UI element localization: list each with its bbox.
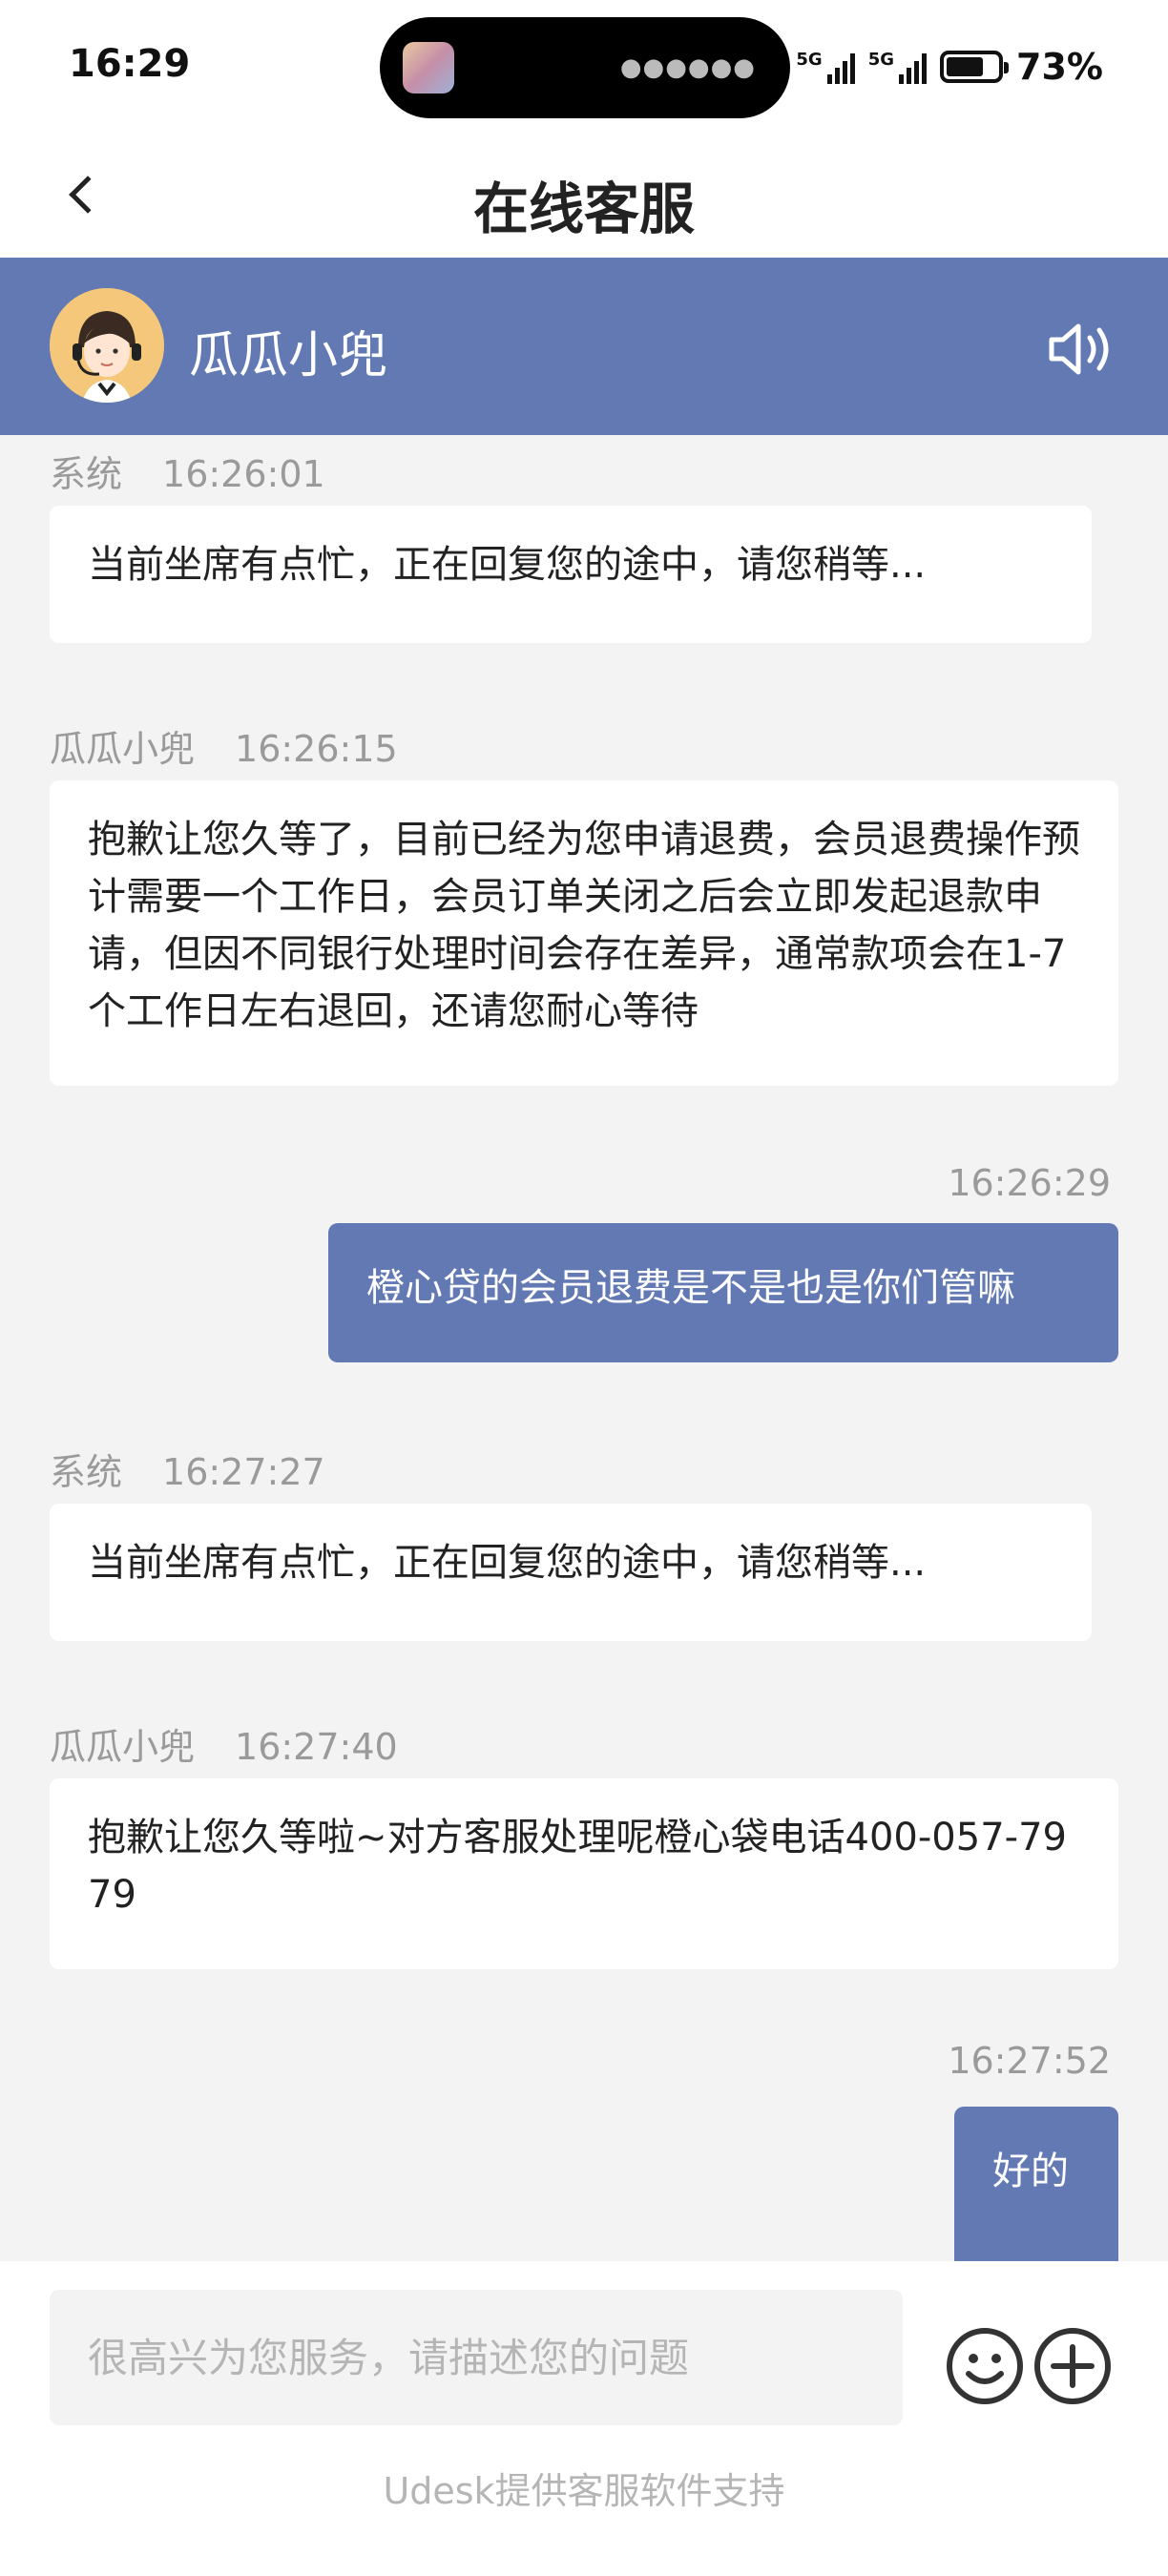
status-time: 16:29 <box>69 42 191 86</box>
add-button[interactable] <box>1032 2326 1113 2406</box>
message-sender: 系统 <box>50 453 123 495</box>
dynamic-island: ●●●●●● <box>380 17 790 118</box>
message-bubble-agent: 当前坐席有点忙，正在回复您的途中，请您稍等... <box>50 506 1092 643</box>
message-time: 16:27:52 <box>948 2040 1111 2082</box>
powered-by-text: Udesk提供客服软件支持 <box>383 2470 785 2512</box>
message-input[interactable] <box>50 2290 903 2425</box>
message-list[interactable]: 系统 16:26:01 当前坐席有点忙，正在回复您的途中，请您稍等... 瓜瓜小兜… <box>0 435 1168 2261</box>
message-time: 16:26:15 <box>235 728 398 770</box>
message-bubble-agent: 当前坐席有点忙，正在回复您的途中，请您稍等... <box>50 1504 1092 1641</box>
emoji-icon <box>947 2328 1023 2404</box>
agent-name: 瓜瓜小兜 <box>189 327 388 384</box>
speaker-icon <box>1049 323 1109 375</box>
agent-bar: 瓜瓜小兜 <box>0 258 1168 435</box>
message-bubble-user: 好的 <box>954 2107 1118 2261</box>
network-label: 5G <box>796 50 823 70</box>
message-bubble-agent: 抱歉让您久等了，目前已经为您申请退费，会员退费操作预计需要一个工作日，会员订单关… <box>50 780 1118 1086</box>
app-icon <box>403 42 454 93</box>
notch-dots: ●●●●●● <box>619 53 756 82</box>
message-time: 16:26:01 <box>162 453 325 495</box>
signal-icon: 5G <box>796 50 855 84</box>
headset-agent-icon <box>50 288 164 403</box>
message-bubble-agent: 抱歉让您久等啦~对方客服处理呢橙心袋电话400-057-7979 <box>50 1778 1118 1969</box>
network-label: 5G <box>867 50 895 70</box>
message-time: 16:27:40 <box>235 1726 398 1768</box>
message-meta: 系统 16:26:01 <box>50 445 325 497</box>
message-meta: 系统 16:27:27 <box>50 1443 325 1495</box>
agent-avatar <box>50 288 164 403</box>
message-sender: 瓜瓜小兜 <box>50 1726 196 1768</box>
message-time: 16:27:27 <box>162 1451 325 1493</box>
battery-percent: 73% <box>1016 46 1103 88</box>
message-meta: 16:26:29 <box>948 1162 1111 1204</box>
status-indicators: 5G 5G 73% <box>796 42 1103 92</box>
message-sender: 瓜瓜小兜 <box>50 728 196 770</box>
battery-fill <box>947 57 983 76</box>
page-title: 在线客服 <box>472 177 695 241</box>
plus-circle-icon <box>1034 2328 1111 2404</box>
composer-bar: Udesk提供客服软件支持 <box>0 2261 1168 2576</box>
message-bubble-user: 橙心贷的会员退费是不是也是你们管嘛 <box>328 1223 1118 1362</box>
message-meta: 16:27:52 <box>948 2040 1111 2082</box>
speaker-button[interactable] <box>1042 311 1118 387</box>
message-meta: 瓜瓜小兜 16:27:40 <box>50 1717 398 1770</box>
status-bar: 16:29 ●●●●●● 5G 5G 73% <box>0 0 1168 134</box>
message-meta: 瓜瓜小兜 16:26:15 <box>50 719 398 772</box>
signal-icon: 5G <box>867 50 928 84</box>
battery-icon <box>940 51 1010 83</box>
message-time: 16:26:29 <box>948 1162 1111 1204</box>
app-header: 在线客服 <box>0 134 1168 258</box>
message-sender: 系统 <box>50 1451 123 1493</box>
emoji-button[interactable] <box>945 2326 1025 2406</box>
